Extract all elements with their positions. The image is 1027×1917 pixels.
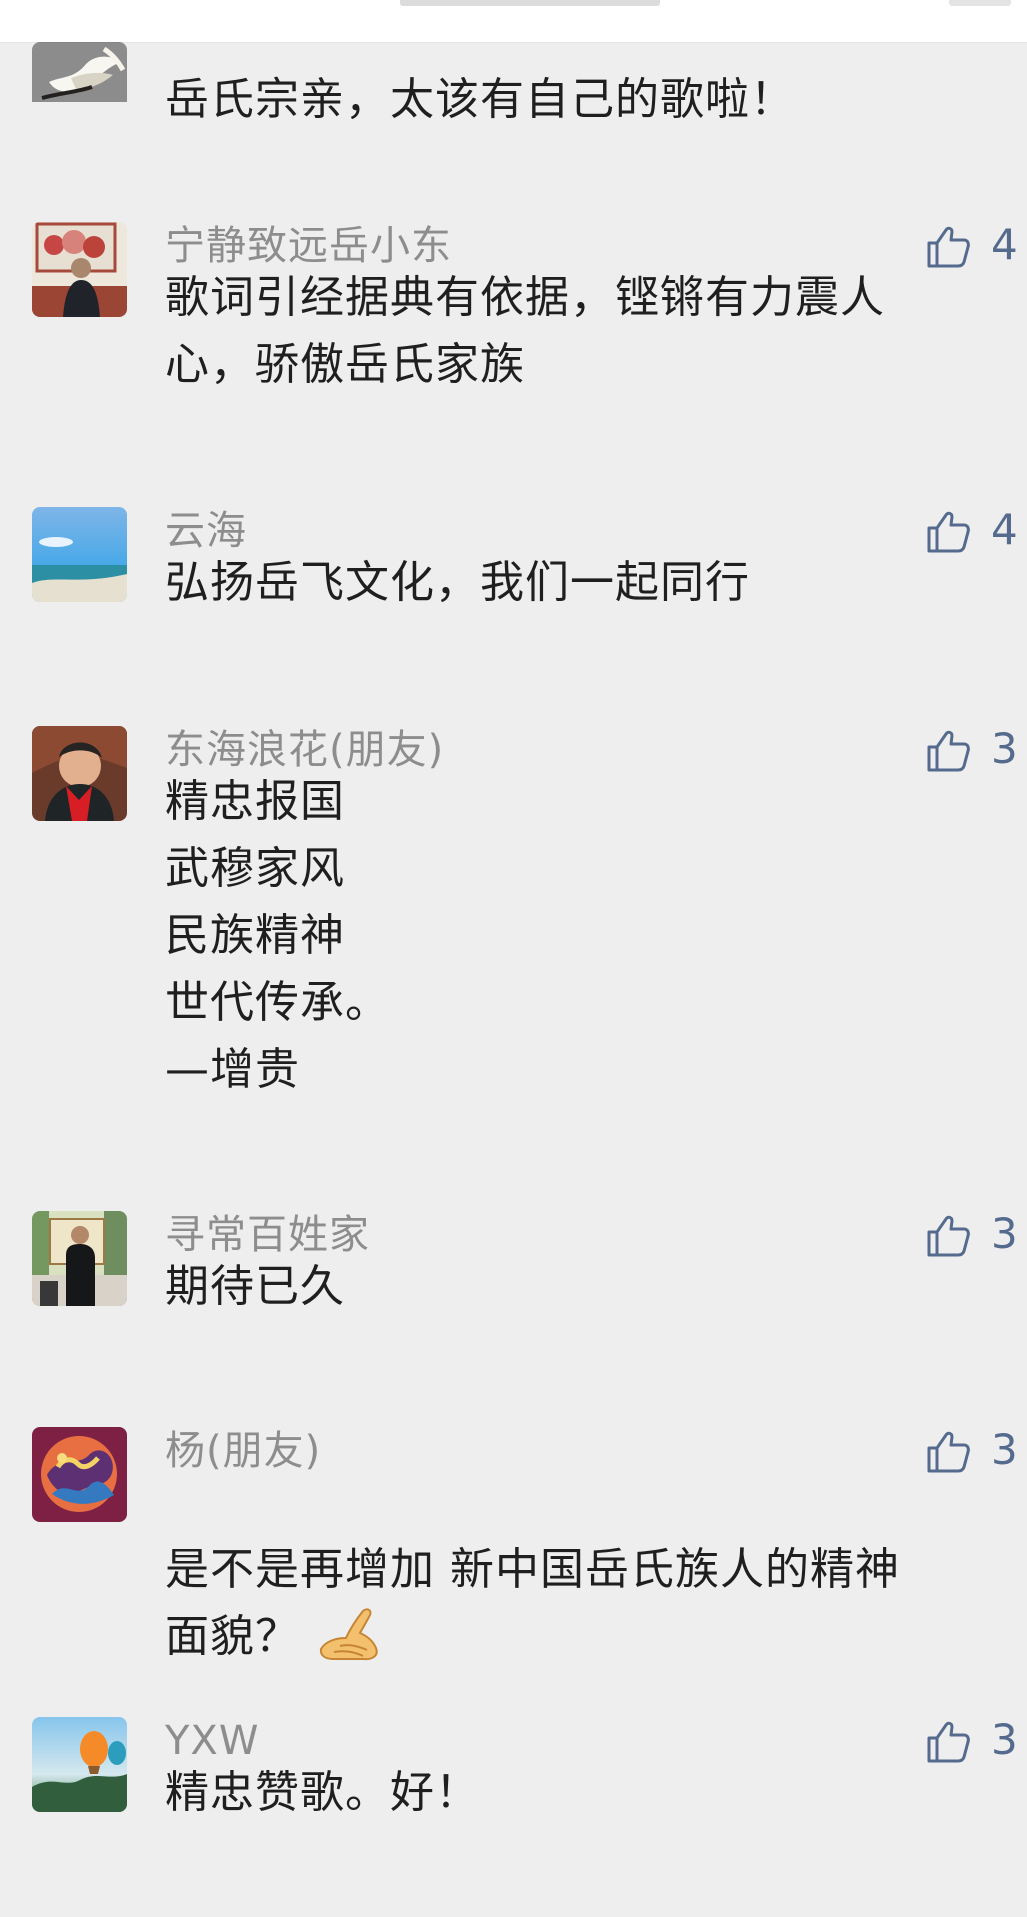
like-button[interactable]: 4: [925, 507, 1027, 555]
comment-text: 岳氏宗亲，太该有自己的歌啦！: [165, 74, 795, 125]
sea-sky-icon: [32, 507, 127, 602]
like-count: 4: [991, 507, 1018, 554]
thumb-up-icon: [927, 1431, 970, 1473]
man-in-room-avatar[interactable]: [32, 1211, 127, 1306]
decorative-emblem-icon: [32, 1427, 127, 1522]
comment-text: 精忠报国 武穆家风 民族精神 世代传承。 —增贵: [165, 776, 390, 1095]
commenter-name[interactable]: 寻常百姓家: [165, 1211, 370, 1259]
commenter-name[interactable]: 云海: [165, 507, 247, 555]
like-count: 3: [991, 1427, 1018, 1474]
red-scarf-portrait-avatar[interactable]: [32, 726, 127, 821]
thumb-up-icon: [927, 730, 970, 772]
comment-text: 精忠赞歌。好！: [165, 1767, 480, 1818]
comment-text-content: 是不是再增加 新中国岳氏族人的精神 面貌？: [165, 1544, 900, 1662]
comment-screen: 岳氏宗亲，太该有自己的歌啦！ 宁静致远岳小东 4 歌词引经据典有依据，铿锵有力震…: [0, 0, 1027, 1917]
man-portrait-icon: [32, 222, 127, 317]
man-portrait-avatar[interactable]: [32, 222, 127, 317]
decorative-emblem-avatar[interactable]: [32, 1427, 127, 1522]
commenter-name[interactable]: 杨(朋友): [165, 1427, 321, 1475]
thumb-up-icon: [927, 226, 970, 268]
thumb-up-icon: [927, 1721, 970, 1763]
pointing-hand-emoji: [319, 1608, 378, 1661]
like-count: 4: [991, 222, 1018, 269]
like-count: 3: [991, 1717, 1018, 1764]
like-button[interactable]: 4: [925, 222, 1027, 270]
white-flower-icon: [32, 42, 127, 102]
thumb-up-icon: [927, 1215, 970, 1257]
commenter-name[interactable]: 宁静致远岳小东: [165, 222, 452, 270]
comment-text: 弘扬岳飞文化，我们一起同行: [165, 557, 750, 608]
like-button[interactable]: 3: [925, 1717, 1027, 1765]
commenter-name[interactable]: YXW: [165, 1717, 259, 1765]
like-button[interactable]: 3: [925, 726, 1027, 774]
comment-text: 期待已久: [165, 1261, 345, 1312]
thumb-up-icon: [927, 511, 970, 553]
bottom-fade: [0, 1852, 1027, 1917]
man-in-room-icon: [32, 1211, 127, 1306]
like-count: 3: [991, 726, 1018, 773]
like-button[interactable]: 3: [925, 1427, 1027, 1475]
white-flower-avatar[interactable]: [32, 42, 127, 137]
sea-sky-avatar[interactable]: [32, 507, 127, 602]
cropped-title: [400, 0, 660, 6]
commenter-name[interactable]: 东海浪花(朋友): [165, 726, 444, 774]
cropped-like-control: [949, 0, 1011, 6]
like-button[interactable]: 3: [925, 1211, 1027, 1259]
comment-text: 歌词引经据典有依据，铿锵有力震人 心，骄傲岳氏家族: [165, 272, 885, 390]
top-navigation-bar: [0, 0, 1027, 42]
hot-air-balloon-avatar[interactable]: [32, 1717, 127, 1812]
hot-air-balloon-icon: [32, 1717, 127, 1812]
red-scarf-portrait-icon: [32, 726, 127, 821]
like-count: 3: [991, 1211, 1018, 1258]
comment-text: 是不是再增加 新中国岳氏族人的精神 面貌？: [165, 1469, 965, 1670]
